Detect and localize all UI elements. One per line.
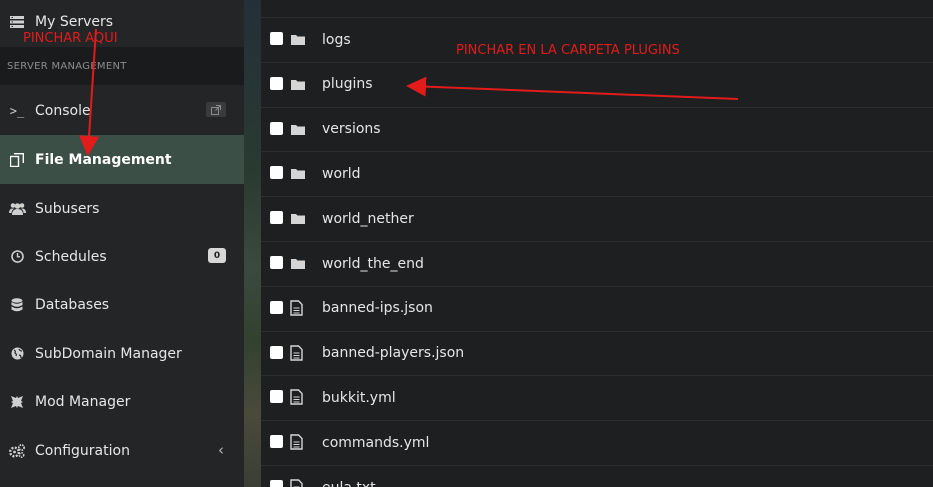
folder-icon [290, 165, 306, 181]
server-list-icon [8, 13, 26, 31]
file-row[interactable]: banned-players.json [261, 330, 933, 375]
folder-icon [290, 121, 306, 137]
sidebar-item-schedules[interactable]: Schedules 0 [0, 232, 244, 281]
file-row[interactable]: versions [261, 106, 933, 151]
schedules-count-badge: 0 [208, 248, 226, 263]
file-name[interactable]: bukkit.yml [322, 390, 396, 406]
terminal-icon: >_ [9, 103, 25, 118]
file-name[interactable]: banned-ips.json [322, 300, 433, 316]
file-icon [290, 344, 306, 361]
file-checkbox[interactable] [270, 345, 283, 359]
folder-icon [290, 210, 306, 226]
file-name[interactable]: banned-players.json [322, 345, 464, 361]
gears-icon [8, 442, 26, 460]
file-name[interactable]: world [322, 166, 361, 182]
file-name[interactable]: logs [322, 32, 351, 48]
file-row[interactable]: world_nether [261, 196, 933, 240]
files-icon [8, 151, 26, 169]
file-checkbox[interactable] [270, 390, 283, 404]
file-icon [290, 300, 306, 316]
file-name[interactable]: world_nether [322, 211, 414, 227]
background-wallpaper [244, 0, 261, 487]
file-icon [290, 434, 306, 450]
sidebar-item-configuration[interactable]: Configuration ‹ [0, 426, 244, 475]
sidebar-item-label: Subusers [35, 200, 100, 217]
puzzle-icon [8, 393, 26, 411]
globe-icon [8, 345, 26, 363]
sidebar-item-label: Mod Manager [35, 393, 131, 410]
folder-icon [290, 255, 306, 271]
external-link-icon[interactable] [206, 102, 226, 117]
file-checkbox[interactable] [270, 480, 283, 487]
file-name[interactable]: plugins [322, 76, 373, 92]
file-checkbox[interactable] [270, 435, 283, 449]
file-checkbox[interactable] [270, 32, 283, 45]
sidebar-item-label: Configuration [35, 442, 130, 459]
sidebar-item-label: SubDomain Manager [35, 345, 182, 362]
file-row[interactable]: banned-ips.json [261, 285, 933, 330]
file-name[interactable]: versions [322, 121, 381, 137]
folder-icon [290, 76, 306, 92]
file-icon [290, 389, 306, 406]
folder-icon [290, 31, 306, 47]
file-row[interactable]: plugins [261, 61, 933, 106]
my-servers-label: My Servers [35, 13, 114, 30]
file-checkbox[interactable] [270, 256, 283, 269]
file-checkbox[interactable] [270, 300, 283, 314]
sidebar-item-file-management[interactable]: File Management [0, 135, 244, 184]
database-icon [8, 296, 26, 314]
section-header: SERVER MANAGEMENT [0, 47, 244, 85]
sidebar-item-label: Console [35, 102, 91, 119]
file-name[interactable]: commands.yml [322, 435, 429, 451]
sidebar-item-mod-manager[interactable]: Mod Manager [0, 377, 244, 426]
sidebar-item-label: File Management [35, 151, 172, 168]
file-row[interactable]: commands.yml [261, 420, 933, 464]
sidebar-item-label: Databases [35, 296, 110, 313]
clock-icon [8, 248, 26, 266]
file-checkbox[interactable] [270, 211, 283, 225]
file-name[interactable]: eula.txt [322, 480, 376, 487]
sidebar-item-subusers[interactable]: Subusers [0, 184, 244, 233]
users-icon [8, 200, 26, 218]
file-checkbox[interactable] [270, 121, 283, 135]
file-row[interactable]: bukkit.yml [261, 375, 933, 419]
chevron-left-icon[interactable]: ‹ [218, 441, 224, 459]
file-icon [290, 479, 306, 487]
file-row-partial [261, 0, 933, 17]
annotation-right-note: PINCHAR EN LA CARPETA PLUGINS [456, 43, 680, 58]
file-row[interactable]: world_the_end [261, 241, 933, 285]
sidebar: My Servers SERVER MANAGEMENT >_ Console … [0, 0, 244, 487]
sidebar-item-console[interactable]: >_ Console [0, 86, 244, 135]
sidebar-item-subdomain-manager[interactable]: SubDomain Manager [0, 329, 244, 378]
sidebar-item-databases[interactable]: Databases [0, 280, 244, 329]
file-row[interactable]: world [261, 151, 933, 195]
file-row[interactable]: eula.txt [261, 465, 933, 487]
file-checkbox[interactable] [270, 166, 283, 180]
file-name[interactable]: world_the_end [322, 256, 424, 272]
file-checkbox[interactable] [270, 76, 283, 90]
file-list: logs plugins versions world world_netherworl… [261, 0, 933, 487]
sidebar-item-label: Schedules [35, 248, 107, 265]
annotation-left-note: PINCHAR AQUI [23, 31, 118, 46]
